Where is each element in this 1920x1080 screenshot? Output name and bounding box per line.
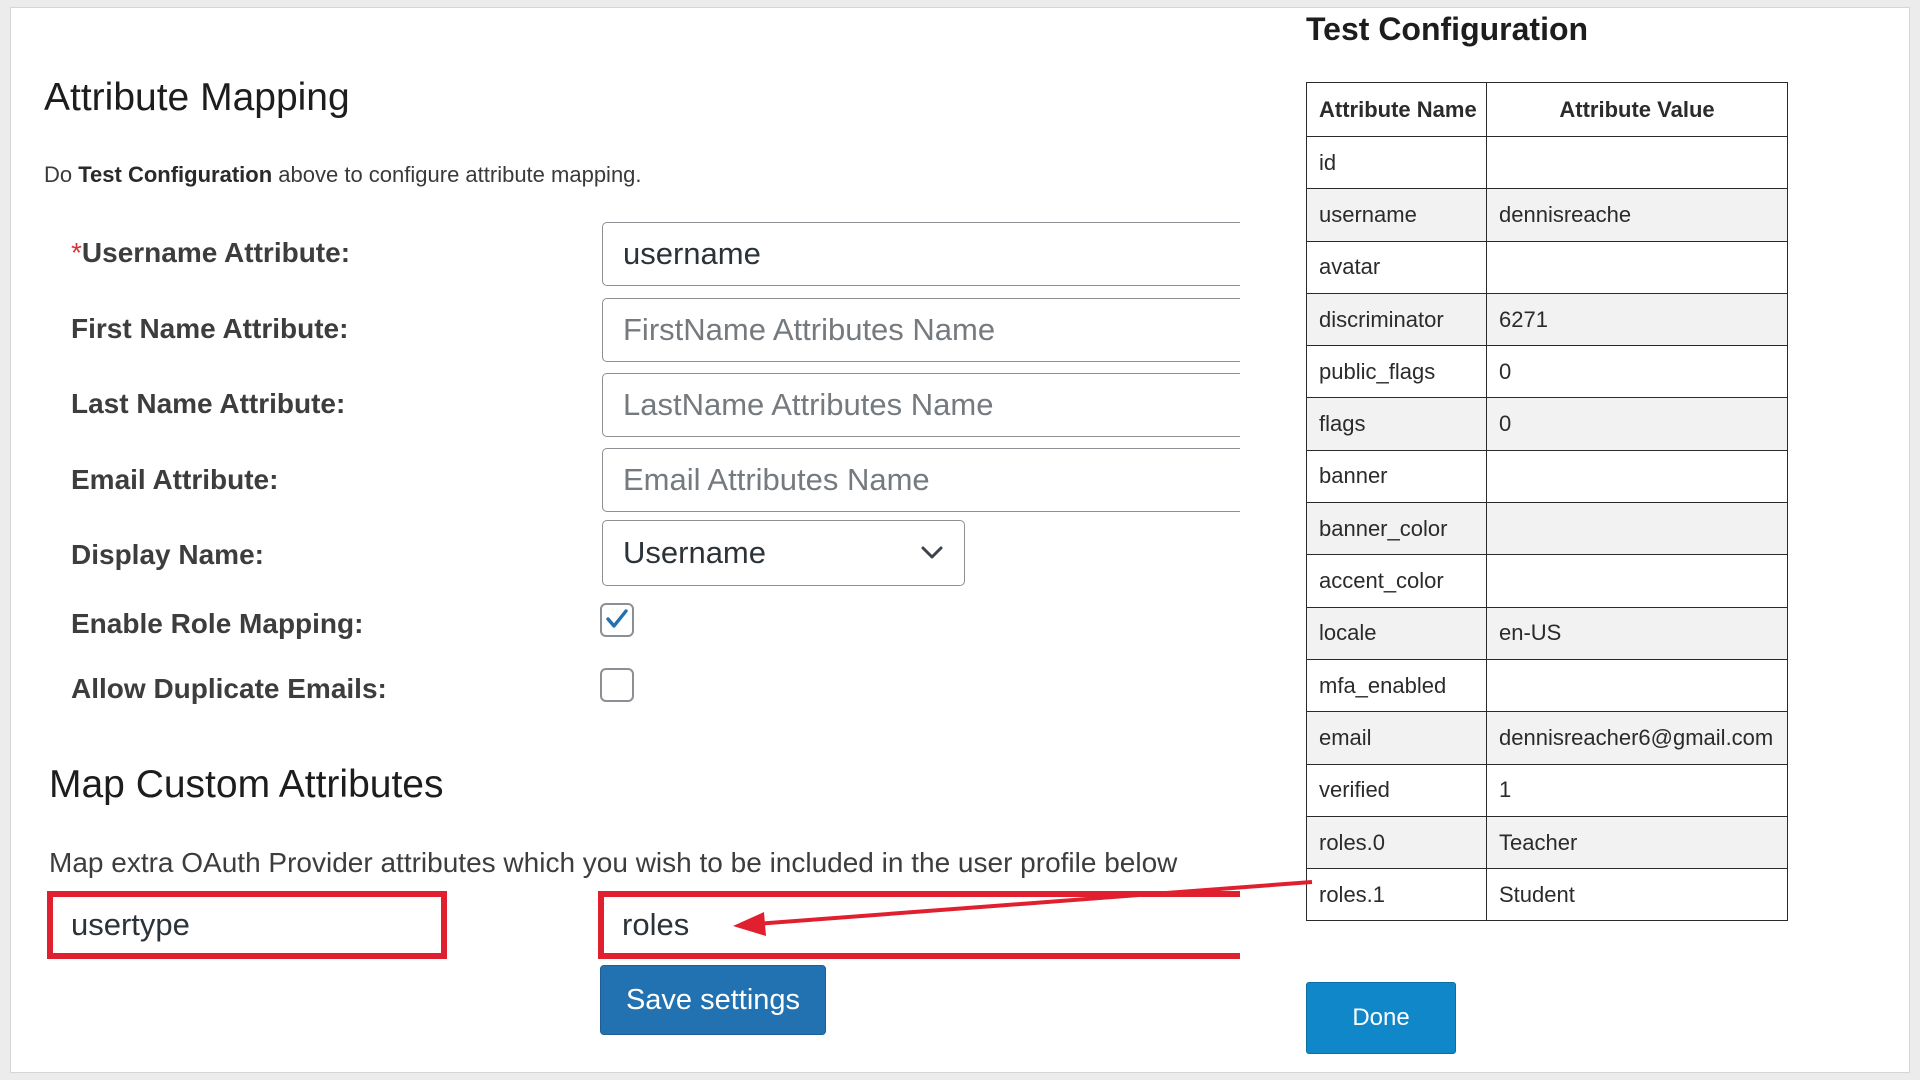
attribute-value-cell	[1486, 502, 1788, 556]
table-row: mfa_enabled	[1306, 658, 1788, 713]
enable-role-mapping-label: Enable Role Mapping:	[71, 608, 364, 639]
attribute-mapping-description: Do Test Configuration above to configure…	[44, 162, 642, 188]
email-attribute-label: Email Attribute:	[71, 464, 279, 495]
column-header-attribute-value: Attribute Value	[1486, 82, 1788, 137]
chevron-down-icon	[921, 546, 943, 559]
attribute-name-cell: public_flags	[1306, 345, 1487, 399]
display-name-select[interactable]: Username	[602, 520, 965, 586]
attribute-value-cell: 6271	[1486, 292, 1788, 347]
attribute-name-cell: locale	[1306, 606, 1487, 660]
attribute-name-cell: avatar	[1306, 240, 1487, 294]
table-row: id	[1306, 135, 1788, 190]
table-row: username dennisreache	[1306, 188, 1788, 242]
attribute-value-cell: en-US	[1486, 606, 1788, 660]
allow-duplicate-emails-label: Allow Duplicate Emails:	[71, 673, 387, 704]
attribute-name-cell: email	[1306, 711, 1487, 765]
attribute-name-cell: verified	[1306, 763, 1487, 817]
attribute-value-cell: dennisreache	[1486, 188, 1788, 242]
attribute-table: Attribute Name Attribute Value id usernam…	[1306, 82, 1788, 922]
attribute-value-cell	[1486, 135, 1788, 190]
first-name-attribute-input[interactable]: FirstName Attributes Name	[602, 298, 1240, 362]
allow-duplicate-emails-checkbox[interactable]	[600, 668, 634, 702]
enable-role-mapping-checkbox[interactable]	[600, 603, 634, 637]
attribute-value-cell: dennisreacher6@gmail.com	[1486, 711, 1788, 765]
column-header-attribute-name: Attribute Name	[1306, 82, 1487, 137]
map-custom-attributes-description: Map extra OAuth Provider attributes whic…	[49, 847, 1178, 878]
custom-attribute-key-input[interactable]: usertype	[47, 891, 447, 959]
attribute-value-cell: 0	[1486, 397, 1788, 451]
attribute-name-cell: banner	[1306, 449, 1487, 504]
required-marker: *	[71, 237, 82, 268]
test-configuration-title: Test Configuration	[1306, 11, 1589, 47]
table-row: email dennisreacher6@gmail.com	[1306, 711, 1788, 765]
table-row: verified 1	[1306, 763, 1788, 817]
table-header-row: Attribute Name Attribute Value	[1306, 82, 1788, 137]
table-row: flags 0	[1306, 397, 1788, 451]
first-name-attribute-label: First Name Attribute:	[71, 313, 349, 344]
attribute-name-cell: accent_color	[1306, 554, 1487, 608]
attribute-name-cell: id	[1306, 135, 1487, 190]
table-row: roles.0 Teacher	[1306, 815, 1788, 870]
attribute-value-cell: Student	[1486, 868, 1788, 922]
table-row: banner	[1306, 449, 1788, 504]
map-custom-attributes-title: Map Custom Attributes	[49, 763, 444, 806]
table-row: avatar	[1306, 240, 1788, 294]
attribute-mapping-panel: Attribute Mapping Do Test Configuration …	[0, 0, 1240, 1080]
table-row: public_flags 0	[1306, 345, 1788, 399]
attribute-value-cell	[1486, 658, 1788, 713]
attribute-name-cell: roles.0	[1306, 815, 1487, 870]
username-attribute-input[interactable]: username	[602, 222, 1240, 286]
test-configuration-panel: Test Configuration Attribute Name Attrib…	[1240, 0, 1920, 1080]
custom-attribute-value-input[interactable]: roles	[598, 891, 1240, 959]
attribute-name-cell: flags	[1306, 397, 1487, 451]
attribute-value-cell: 1	[1486, 763, 1788, 817]
attribute-name-cell: username	[1306, 188, 1487, 242]
checkmark-icon	[606, 609, 628, 628]
attribute-value-cell: 0	[1486, 345, 1788, 399]
table-row: locale en-US	[1306, 606, 1788, 660]
table-row: banner_color	[1306, 502, 1788, 556]
attribute-value-cell	[1486, 240, 1788, 294]
display-name-label: Display Name:	[71, 539, 264, 570]
desc-bold: Test Configuration	[78, 162, 273, 187]
done-button[interactable]: Done	[1306, 982, 1456, 1054]
desc-prefix: Do	[44, 162, 79, 187]
attribute-name-cell: roles.1	[1306, 868, 1487, 922]
username-attribute-label: *Username Attribute:	[71, 237, 350, 269]
attribute-mapping-title: Attribute Mapping	[44, 76, 350, 119]
attribute-value-cell: Teacher	[1486, 815, 1788, 870]
attribute-name-cell: banner_color	[1306, 502, 1487, 556]
table-row: discriminator 6271	[1306, 292, 1788, 347]
save-settings-button[interactable]: Save settings	[600, 965, 826, 1035]
attribute-table-body: id username dennisreache avatar discriminato…	[1306, 135, 1788, 922]
attribute-value-cell	[1486, 449, 1788, 504]
attribute-value-cell	[1486, 554, 1788, 608]
attribute-name-cell: discriminator	[1306, 292, 1487, 347]
last-name-attribute-input[interactable]: LastName Attributes Name	[602, 373, 1240, 437]
table-row: accent_color	[1306, 554, 1788, 608]
email-attribute-input[interactable]: Email Attributes Name	[602, 448, 1240, 512]
attribute-name-cell: mfa_enabled	[1306, 658, 1487, 713]
display-name-value: Username	[623, 535, 766, 570]
username-attribute-label-text: Username Attribute:	[81, 237, 351, 268]
desc-suffix: above to configure attribute mapping.	[272, 162, 642, 187]
table-row: roles.1 Student	[1306, 868, 1788, 922]
last-name-attribute-label: Last Name Attribute:	[71, 388, 346, 419]
